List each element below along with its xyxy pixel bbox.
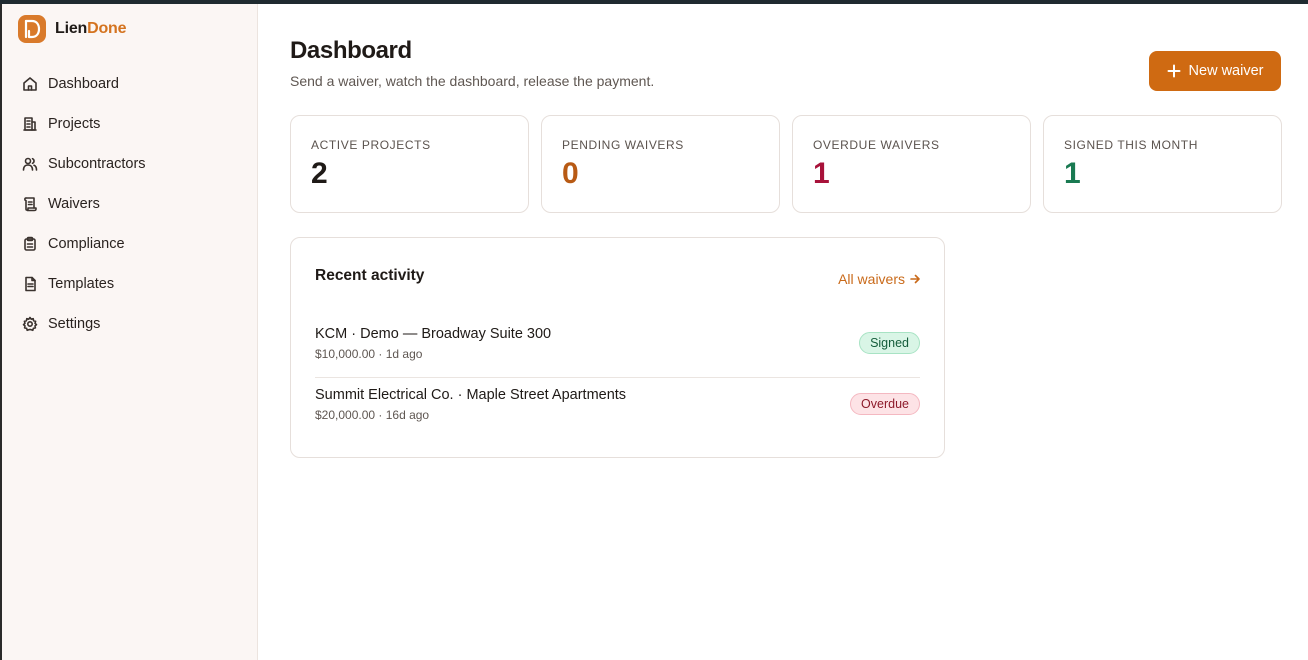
stat-label: SIGNED THIS MONTH <box>1064 138 1198 152</box>
new-waiver-button[interactable]: New waiver <box>1149 51 1281 91</box>
stat-card-active-projects[interactable]: ACTIVE PROJECTS 2 <box>290 115 529 213</box>
clipboard-icon <box>24 236 36 251</box>
all-waivers-link[interactable]: All waivers <box>838 271 920 287</box>
sidebar-item-label: Templates <box>48 276 115 292</box>
stat-label: ACTIVE PROJECTS <box>311 138 431 152</box>
home-icon <box>23 77 37 91</box>
users-icon <box>22 157 38 171</box>
brand-name: LienDone <box>55 20 126 38</box>
sidebar-item-dashboard[interactable]: Dashboard <box>12 64 248 104</box>
recent-activity-card: Recent activity All waivers KCM · Demo —… <box>290 237 945 458</box>
brand-name-part-1: Lien <box>55 20 88 37</box>
page-subtitle: Send a waiver, watch the dashboard, rele… <box>290 73 655 89</box>
page-title: Dashboard <box>290 37 412 64</box>
stat-card-signed-this-month[interactable]: SIGNED THIS MONTH 1 <box>1043 115 1282 213</box>
plus-icon <box>1167 64 1181 78</box>
stat-card-overdue-waivers[interactable]: OVERDUE WAIVERS 1 <box>792 115 1031 213</box>
brand-logo-icon <box>18 15 46 43</box>
new-waiver-label: New waiver <box>1188 63 1264 79</box>
sidebar-item-label: Dashboard <box>48 76 119 92</box>
sidebar-item-label: Subcontractors <box>48 156 146 172</box>
sidebar-item-label: Settings <box>48 316 101 332</box>
gear-icon <box>22 316 38 332</box>
sidebar-item-compliance[interactable]: Compliance <box>12 224 248 264</box>
file-icon <box>25 276 36 292</box>
sidebar-item-label: Projects <box>48 116 101 132</box>
stat-label: PENDING WAIVERS <box>562 138 684 152</box>
sidebar-item-waivers[interactable]: Waivers <box>12 184 248 224</box>
activity-row[interactable]: Summit Electrical Co. · Maple Street Apa… <box>315 379 920 439</box>
building-icon <box>23 117 37 131</box>
scroll-icon <box>24 197 37 212</box>
stat-value: 2 <box>311 157 328 190</box>
activity-row-meta: $20,000.00 · 16d ago <box>315 408 430 422</box>
brand-name-part-2: Done <box>87 20 127 37</box>
stat-label: OVERDUE WAIVERS <box>813 138 940 152</box>
stat-value: 1 <box>1064 157 1081 190</box>
sidebar-item-templates[interactable]: Templates <box>12 264 248 304</box>
brand[interactable]: LienDone <box>18 15 126 43</box>
activity-row-meta: $10,000.00 · 1d ago <box>315 347 423 361</box>
sidebar: LienDone Dashboard Projects Subcontracto… <box>2 4 258 660</box>
activity-row[interactable]: KCM · Demo — Broadway Suite 300 $10,000.… <box>315 318 920 378</box>
status-badge-signed: Signed <box>859 332 920 354</box>
recent-activity-title: Recent activity <box>315 267 425 284</box>
sidebar-item-settings[interactable]: Settings <box>12 304 248 344</box>
sidebar-item-projects[interactable]: Projects <box>12 104 248 144</box>
arrow-right-icon <box>910 274 920 284</box>
activity-row-title: Summit Electrical Co. · Maple Street Apa… <box>315 387 627 403</box>
stat-value: 0 <box>562 157 579 190</box>
sidebar-item-label: Compliance <box>48 236 125 252</box>
stat-value: 1 <box>813 157 830 190</box>
sidebar-item-label: Waivers <box>48 196 100 212</box>
all-waivers-label: All waivers <box>838 271 905 287</box>
main-content: Dashboard Send a waiver, watch the dashb… <box>258 4 1308 660</box>
sidebar-item-subcontractors[interactable]: Subcontractors <box>12 144 248 184</box>
activity-row-title: KCM · Demo — Broadway Suite 300 <box>315 326 552 342</box>
sidebar-nav: Dashboard Projects Subcontractors Waiver… <box>12 64 248 344</box>
stat-card-pending-waivers[interactable]: PENDING WAIVERS 0 <box>541 115 780 213</box>
status-badge-overdue: Overdue <box>850 393 920 415</box>
stats-row: ACTIVE PROJECTS 2 PENDING WAIVERS 0 OVER… <box>290 115 1282 213</box>
